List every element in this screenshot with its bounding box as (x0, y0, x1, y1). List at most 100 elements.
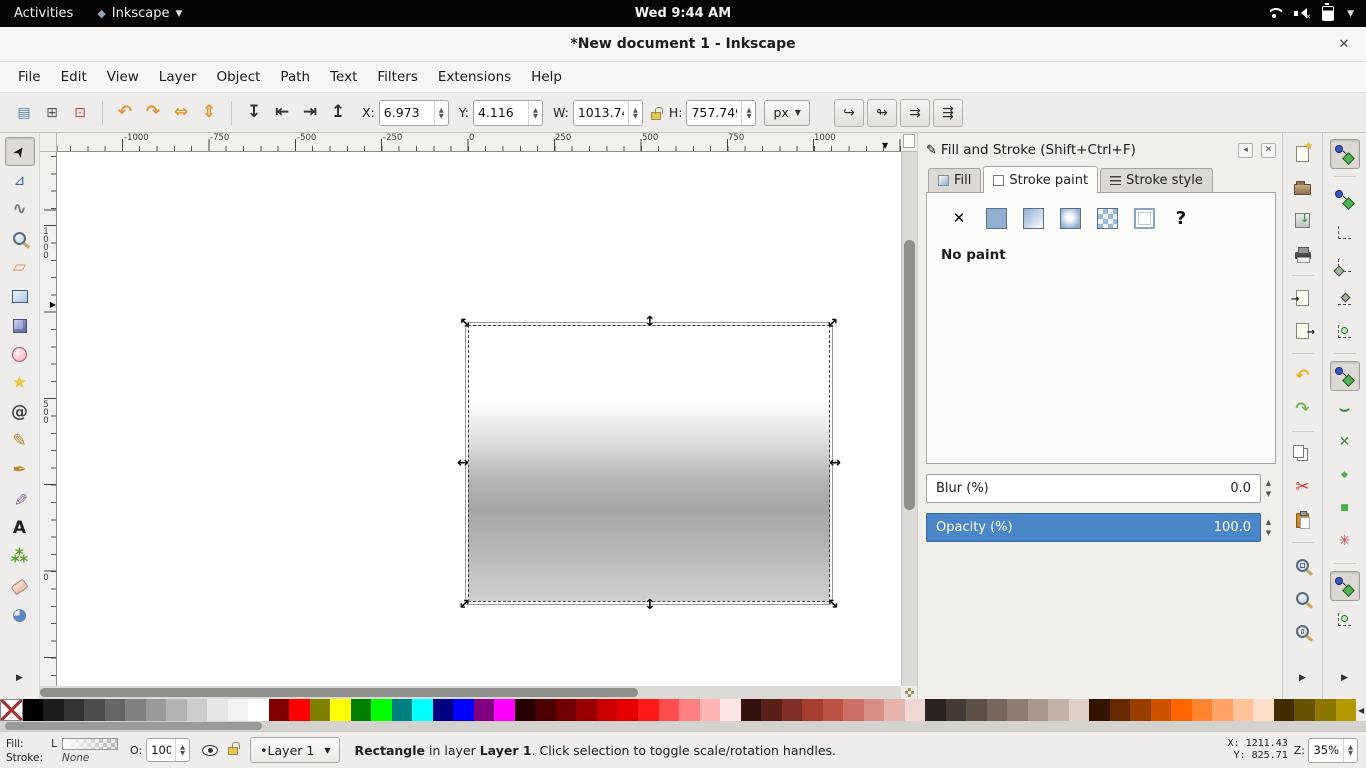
transform-stroke-toggle[interactable]: ⇉ (900, 99, 930, 127)
palette-swatch[interactable] (1315, 699, 1336, 721)
commands-expander[interactable]: ▶ (1288, 663, 1318, 693)
snap-others-master-toggle[interactable]: ↘ (1330, 571, 1360, 601)
palette-swatch[interactable] (638, 699, 659, 721)
palette-swatch[interactable] (617, 699, 638, 721)
palette-swatch[interactable] (1192, 699, 1213, 721)
palette-swatch[interactable] (535, 699, 556, 721)
paste-button[interactable] (1288, 505, 1318, 535)
blur-slider[interactable]: Blur (%) 0.0 (926, 474, 1261, 503)
palette-swatch[interactable] (1212, 699, 1233, 721)
zoom-drawing-button[interactable] (1288, 583, 1318, 613)
h-input[interactable] (687, 101, 741, 125)
spiral-tool[interactable]: @ (5, 398, 35, 427)
palette-swatch[interactable] (700, 699, 721, 721)
snapbar-expander[interactable]: ▶ (1330, 663, 1360, 693)
palette-swatch[interactable] (1048, 699, 1069, 721)
tweak-tool[interactable]: ∿ (5, 195, 35, 224)
palette-swatch[interactable] (1069, 699, 1090, 721)
palette-swatch[interactable] (1089, 699, 1110, 721)
blur-spinner[interactable]: ▲▼ (1261, 480, 1276, 498)
open-document-button[interactable] (1288, 172, 1318, 202)
move-patterns-toggle[interactable]: ↬ (867, 99, 897, 127)
menu-edit[interactable]: Edit (51, 62, 97, 93)
y-input[interactable] (474, 101, 528, 125)
palette-swatch[interactable] (1336, 699, 1357, 721)
menu-file[interactable]: File (8, 62, 51, 93)
palette-swatch[interactable] (43, 699, 64, 721)
palette-swatch[interactable] (330, 699, 351, 721)
tab-fill[interactable]: Fill (928, 168, 981, 192)
import-button[interactable] (1288, 283, 1318, 313)
vertical-ruler[interactable]: 10005000▶ (40, 152, 57, 686)
select-all-button[interactable]: ▤ (10, 99, 38, 127)
palette-swatch[interactable] (371, 699, 392, 721)
menu-layer[interactable]: Layer (149, 62, 207, 93)
palette-swatch[interactable] (453, 699, 474, 721)
layer-dropdown[interactable]: •Layer 1 ▼ (250, 737, 340, 763)
close-panel-icon[interactable]: ✕ (1261, 143, 1276, 158)
text-tool[interactable]: A (5, 514, 35, 543)
palette-scrollbar-thumb[interactable] (5, 722, 262, 730)
scale-handle-top[interactable]: ↕ (644, 315, 656, 329)
menu-filters[interactable]: Filters (367, 62, 427, 93)
select-all-layers-button[interactable]: ⊞ (38, 99, 66, 127)
palette-swatch[interactable] (905, 699, 926, 721)
palette-swatch[interactable] (679, 699, 700, 721)
lower-to-bottom-button[interactable]: ↧ (240, 99, 268, 127)
layer-lock-icon[interactable] (228, 747, 238, 755)
deselect-button[interactable]: ⊡ (66, 99, 94, 127)
snap-bbox-centers-toggle[interactable] (1330, 316, 1360, 346)
palette-swatch[interactable] (1130, 699, 1151, 721)
palette-swatch[interactable] (556, 699, 577, 721)
fill-stroke-indicator[interactable]: Fill: L Stroke: None (6, 737, 120, 765)
palette-swatch[interactable] (146, 699, 167, 721)
print-button[interactable] (1288, 238, 1318, 268)
palette-swatch[interactable] (228, 699, 249, 721)
tab-stroke-paint[interactable]: Stroke paint (983, 166, 1098, 193)
flip-horizontal-button[interactable]: ⇔ (167, 99, 195, 127)
undo-button[interactable]: ↶ (1288, 361, 1318, 391)
x-input[interactable] (380, 101, 434, 125)
spray-tool[interactable]: ⁂ (5, 543, 35, 572)
opacity-slider[interactable]: Opacity (%) 100.0 (926, 513, 1261, 542)
menu-path[interactable]: Path (270, 62, 320, 93)
measure-tool[interactable]: ▱ (5, 253, 35, 282)
save-button[interactable] (1288, 205, 1318, 235)
snap-bbox-corners-toggle[interactable] (1330, 250, 1360, 280)
scale-handle-bottom-right[interactable]: ↔ (824, 595, 842, 613)
ellipse-tool[interactable] (5, 340, 35, 369)
swatch-button[interactable] (1130, 205, 1158, 231)
zoom-page-button[interactable] (1288, 616, 1318, 646)
palette-swatch[interactable] (823, 699, 844, 721)
fill-preview-swatch[interactable] (62, 738, 118, 750)
snap-midpoints-toggle[interactable]: ✳ (1330, 526, 1360, 556)
palette-swatch[interactable] (289, 699, 310, 721)
calligraphy-tool[interactable]: ✎ (5, 485, 35, 514)
zoom-spinner[interactable]: ▲▼ (1343, 739, 1357, 762)
export-button[interactable] (1288, 316, 1318, 346)
snap-bbox-toggle[interactable]: ↘ (1330, 184, 1360, 214)
rectangle-tool[interactable] (5, 282, 35, 311)
opacity-status-spinner[interactable]: ▲▼ (175, 739, 189, 761)
snap-object-centers-toggle[interactable] (1330, 604, 1360, 634)
snap-bbox-edge-midpoints-toggle[interactable] (1330, 283, 1360, 313)
palette-swatch[interactable] (1253, 699, 1274, 721)
scale-handle-right[interactable]: ↔ (829, 456, 841, 470)
palette-swatch[interactable] (412, 699, 433, 721)
palette-swatch[interactable] (1274, 699, 1295, 721)
palette-swatch[interactable] (884, 699, 905, 721)
opacity-spinner[interactable]: ▲▼ (1261, 519, 1276, 537)
app-menu-button[interactable]: ◆ Inkscape ▼ (87, 0, 192, 27)
palette-swatch[interactable] (782, 699, 803, 721)
no-paint-button[interactable]: ✕ (945, 205, 973, 231)
unknown-paint-button[interactable]: ? (1167, 205, 1195, 231)
palette-swatch[interactable] (64, 699, 85, 721)
menu-text[interactable]: Text (320, 62, 367, 93)
snap-bbox-edges-toggle[interactable] (1330, 217, 1360, 247)
cms-toggle[interactable] (901, 686, 917, 699)
activities-button[interactable]: Activities (0, 0, 87, 27)
palette-swatch[interactable] (987, 699, 1008, 721)
menu-view[interactable]: View (97, 62, 149, 93)
palette-swatch[interactable] (351, 699, 372, 721)
palette-swatch[interactable] (1171, 699, 1192, 721)
